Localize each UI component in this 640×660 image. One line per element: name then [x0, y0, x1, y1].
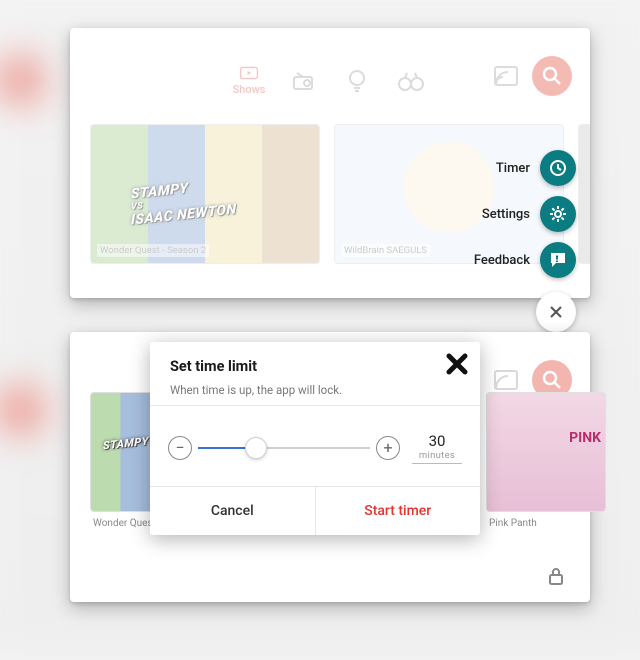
header-right	[494, 56, 572, 96]
nav-shows[interactable]: Shows	[234, 66, 264, 96]
dialog-actions: Cancel Start timer	[150, 486, 480, 535]
time-value: 30	[412, 432, 462, 450]
cancel-button[interactable]: Cancel	[150, 487, 316, 535]
radio-icon	[291, 69, 315, 93]
cast-icon[interactable]	[494, 370, 518, 390]
fab-label: Timer	[496, 161, 530, 176]
fab-close-button[interactable]	[536, 292, 576, 332]
thumb-banner: STAMPY VSISAAC NEWTON	[131, 175, 236, 228]
video-thumb[interactable]: PINK Pink Panth	[486, 392, 606, 512]
gear-icon	[540, 196, 576, 232]
dialog-header: Set time limit When time is up, the app …	[150, 342, 480, 405]
search-icon	[542, 370, 562, 390]
feedback-icon	[540, 242, 576, 278]
video-title: WildBrain SAEGULS	[341, 244, 430, 257]
increment-button[interactable]: +	[376, 436, 400, 460]
bulb-icon	[346, 68, 368, 94]
close-icon	[446, 353, 468, 375]
fab-speed-dial: Timer Settings Feedback	[474, 150, 576, 332]
close-icon	[548, 304, 564, 320]
time-slider[interactable]	[198, 436, 370, 460]
fab-label: Settings	[482, 207, 530, 222]
stacked-screenshots: Shows STAMPY VSISAA	[70, 28, 590, 602]
set-time-limit-dialog: Set time limit When time is up, the app …	[150, 342, 480, 535]
decrement-button[interactable]: −	[168, 436, 192, 460]
fab-item-feedback[interactable]: Feedback	[474, 242, 576, 278]
dialog-title: Set time limit	[170, 358, 464, 375]
thumb-banner: STAMPY	[103, 435, 149, 453]
lock-button[interactable]	[538, 558, 574, 594]
screenshot-fab-menu: Shows STAMPY VSISAA	[70, 28, 590, 298]
search-icon	[542, 66, 562, 86]
time-value-field[interactable]: 30 minutes	[412, 432, 462, 464]
cast-icon[interactable]	[494, 66, 518, 86]
tv-icon	[235, 66, 263, 80]
clock-icon	[540, 150, 576, 186]
time-unit: minutes	[412, 450, 462, 461]
lock-icon	[548, 567, 564, 585]
dialog-subtitle: When time is up, the app will lock.	[170, 383, 464, 397]
binoculars-icon	[397, 70, 425, 92]
video-thumb[interactable]: STAMPY VSISAAC NEWTON Wonder Quest - Sea…	[90, 124, 320, 264]
fab-item-settings[interactable]: Settings	[482, 196, 576, 232]
dialog-close-button[interactable]	[446, 352, 468, 382]
slider-knob[interactable]	[245, 437, 267, 459]
dialog-body: − + 30 minutes	[150, 405, 480, 486]
nav-music[interactable]	[288, 66, 318, 96]
nav-shows-label: Shows	[233, 83, 266, 96]
video-thumb-peek[interactable]	[578, 124, 590, 264]
video-title: Pink Panth	[489, 518, 537, 529]
nav-explore[interactable]	[396, 66, 426, 96]
video-title: Wonder Quest - Season 2	[97, 244, 209, 257]
thumb-overlay-text: PINK	[569, 431, 601, 445]
search-button[interactable]	[532, 56, 572, 96]
fab-item-timer[interactable]: Timer	[496, 150, 576, 186]
nav-learning[interactable]	[342, 66, 372, 96]
fab-label: Feedback	[474, 253, 530, 268]
screenshot-timer-dialog: STAMPY Wonder Quest - Sea PINK Pink Pant…	[70, 332, 590, 602]
start-timer-button[interactable]: Start timer	[316, 487, 481, 535]
